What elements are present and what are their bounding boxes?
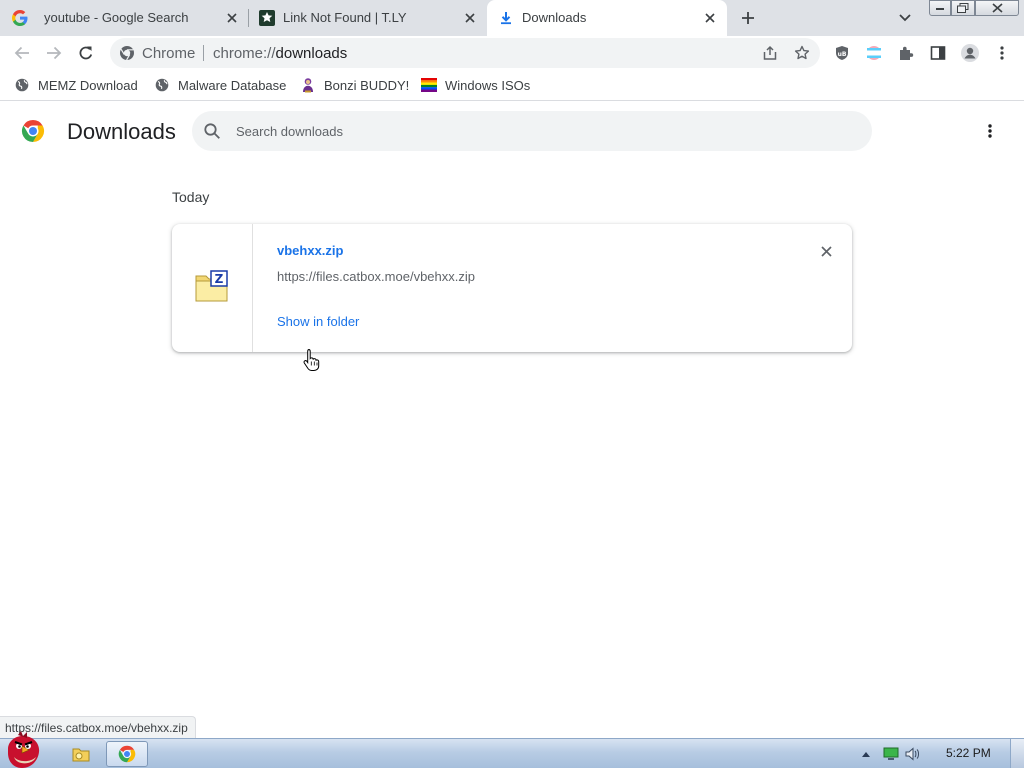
file-icon-column: Z	[172, 224, 253, 352]
tab-title: Link Not Found | T.LY	[283, 10, 407, 25]
extension-pride-icon[interactable]	[864, 43, 884, 63]
downloads-page: Downloads Today Z vbehxx.zip https://f	[0, 102, 1024, 737]
bookmark-label: Windows ISOs	[445, 77, 531, 93]
show-in-folder-link[interactable]: Show in folder	[277, 314, 359, 329]
chrome-site-icon	[119, 45, 135, 61]
date-heading: Today	[172, 189, 210, 205]
tab-search-button[interactable]	[895, 9, 915, 27]
globe-icon	[14, 77, 30, 93]
file-source-url[interactable]: https://files.catbox.moe/vbehxx.zip	[277, 269, 475, 284]
network-icon[interactable]	[883, 746, 899, 762]
taskbar-explorer-icon[interactable]	[70, 741, 92, 767]
site-label: Chrome	[142, 45, 196, 62]
chrome-menu-icon[interactable]	[992, 43, 1012, 63]
tly-logo-icon	[259, 10, 275, 26]
downloads-header: Downloads	[0, 102, 1024, 160]
bookmark-windows-isos[interactable]: Windows ISOs	[421, 76, 530, 94]
minimize-button[interactable]	[929, 0, 951, 16]
side-panel-icon[interactable]	[928, 43, 948, 63]
show-desktop-button[interactable]	[1010, 739, 1024, 768]
globe-icon	[154, 77, 170, 93]
hand-cursor-icon	[303, 348, 321, 372]
bookmark-label: MEMZ Download	[38, 77, 138, 93]
restore-button[interactable]	[951, 0, 975, 16]
url-text[interactable]: chrome://downloads	[213, 45, 347, 62]
taskbar-clock[interactable]: 5:22 PM	[946, 746, 991, 760]
reload-button[interactable]	[74, 41, 98, 65]
close-tab-icon[interactable]	[223, 9, 241, 27]
bookmark-star-icon[interactable]	[792, 43, 812, 63]
taskbar: 5:22 PM	[0, 731, 1024, 768]
extensions-puzzle-icon[interactable]	[896, 43, 916, 63]
back-button[interactable]	[10, 41, 34, 65]
tab-downloads[interactable]: Downloads	[487, 0, 727, 36]
taskbar-chrome-icon[interactable]	[106, 741, 148, 767]
tab-strip: youtube - Google Search Link Not Found |…	[0, 0, 1024, 36]
bonzi-icon	[300, 77, 316, 93]
download-item: Z vbehxx.zip https://files.catbox.moe/vb…	[172, 224, 852, 352]
bookmark-malware-database[interactable]: Malware Database	[154, 76, 286, 94]
start-button-angry-bird-icon[interactable]	[0, 731, 54, 768]
bookmark-memz-download[interactable]: MEMZ Download	[14, 76, 138, 94]
remove-download-icon[interactable]	[816, 241, 836, 261]
close-tab-icon[interactable]	[461, 9, 479, 27]
new-tab-button[interactable]	[736, 7, 760, 29]
tab-title: youtube - Google Search	[44, 10, 189, 25]
tab-google-search[interactable]: youtube - Google Search	[0, 0, 248, 36]
omnibox-divider	[203, 45, 204, 61]
search-input[interactable]	[236, 111, 856, 151]
bookmark-bonzi-buddy[interactable]: Bonzi BUDDY!	[300, 76, 409, 94]
forward-button[interactable]	[42, 41, 66, 65]
close-window-button[interactable]	[975, 0, 1019, 16]
search-downloads-box[interactable]	[192, 111, 872, 151]
browser-toolbar: Chrome chrome://downloads uB	[0, 36, 1024, 70]
show-hidden-icons-arrow-icon[interactable]	[858, 746, 874, 762]
volume-icon[interactable]	[905, 746, 921, 762]
tab-title: Downloads	[522, 10, 587, 25]
url-scheme: chrome://	[213, 45, 276, 62]
svg-text:Z: Z	[215, 272, 224, 286]
chrome-logo-icon	[21, 119, 45, 143]
download-arrow-icon	[498, 10, 514, 26]
close-tab-icon[interactable]	[701, 9, 719, 27]
search-icon	[203, 122, 221, 140]
google-g-icon	[12, 10, 28, 26]
more-actions-icon[interactable]	[980, 121, 1000, 141]
rainbow-flag-icon	[421, 77, 437, 93]
profile-avatar-icon[interactable]	[960, 43, 980, 63]
svg-text:uB: uB	[838, 51, 847, 58]
share-icon[interactable]	[760, 43, 780, 63]
file-name-link[interactable]: vbehxx.zip	[277, 243, 343, 258]
bookmark-label: Bonzi BUDDY!	[324, 77, 410, 93]
bookmarks-bar: MEMZ Download Malware Database Bonzi BUD…	[0, 70, 1024, 101]
ublock-icon[interactable]: uB	[832, 43, 852, 63]
url-host: downloads	[275, 45, 348, 62]
bookmark-label: Malware Database	[178, 77, 287, 93]
address-bar[interactable]: Chrome chrome://downloads	[110, 38, 820, 68]
tab-tly[interactable]: Link Not Found | T.LY	[249, 0, 487, 36]
zip-folder-icon: Z	[195, 270, 229, 302]
page-title: Downloads	[67, 119, 176, 144]
